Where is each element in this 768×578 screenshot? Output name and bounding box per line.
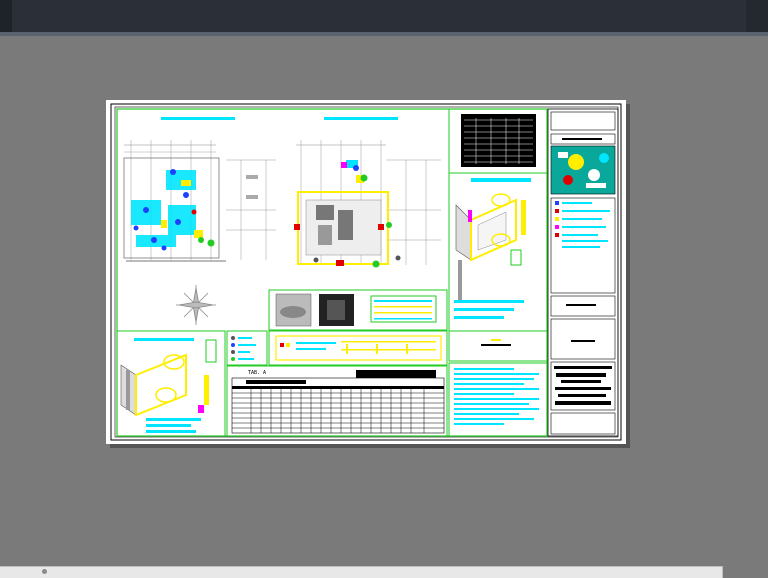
isometric-drawing-left <box>120 338 217 433</box>
notes-strip-content <box>280 341 436 354</box>
schedule-table <box>231 370 445 434</box>
north-arrow-icon <box>176 285 216 325</box>
fixture-photo-2-shape <box>327 300 345 320</box>
legend-table <box>461 114 536 167</box>
toolbar-strip <box>0 32 768 36</box>
outer-frame <box>110 103 622 441</box>
title-block <box>547 108 619 437</box>
detail-grid <box>370 295 437 323</box>
floor-plan-right <box>294 117 441 268</box>
status-indicator-icon <box>42 569 47 574</box>
symbols-list <box>231 336 256 361</box>
title-bar-left-edge <box>0 0 12 32</box>
note-mark <box>491 339 501 341</box>
status-bar <box>0 566 723 578</box>
cad-drawing[interactable]: TAB. A <box>106 100 626 444</box>
floor-plan-left <box>123 117 276 262</box>
table-title: TAB. A <box>248 370 266 376</box>
note-line <box>481 344 511 346</box>
fixture-photo-1-shape <box>280 306 306 318</box>
drawing-sheet[interactable]: TAB. A <box>106 100 626 444</box>
title-bar-right-edge <box>746 0 768 32</box>
notes-text-lines <box>454 368 539 425</box>
isometric-drawing-right <box>454 178 531 319</box>
title-bar <box>0 0 768 34</box>
